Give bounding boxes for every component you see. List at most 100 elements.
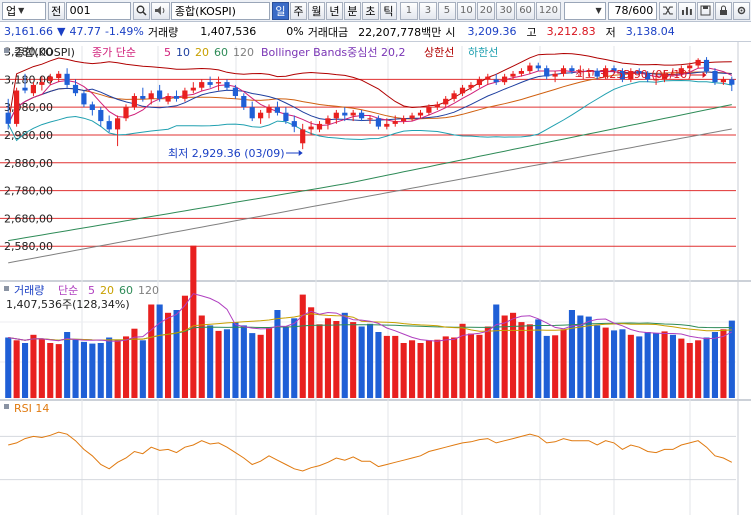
y-tick-label: 3,180,00: [4, 73, 53, 86]
volume-bar: [47, 343, 54, 398]
candle-body: [712, 71, 718, 83]
volume-bar: [291, 318, 298, 399]
y-tick-label: 2,680,00: [4, 212, 53, 225]
interval-3[interactable]: 3: [418, 1, 437, 20]
candle-body: [350, 112, 356, 116]
low-value: 3,138.04: [625, 25, 675, 38]
legend-marker: [4, 48, 9, 53]
save-icon[interactable]: [697, 1, 714, 20]
volume-bar: [367, 323, 374, 399]
index-name-field[interactable]: 종합(KOSPI): [170, 1, 270, 20]
volume-bar: [434, 339, 441, 398]
volume-bar: [13, 340, 20, 399]
candle-body: [291, 121, 297, 127]
candle-body: [14, 90, 20, 124]
candle-body: [384, 123, 390, 127]
period-tab-minute[interactable]: 분: [343, 1, 361, 20]
period-tab-month[interactable]: 월: [307, 1, 325, 20]
volume-bar: [543, 335, 550, 398]
volume-bar: [594, 325, 601, 398]
open-value: 3,209.36: [467, 25, 517, 38]
period-tab-tick[interactable]: 틱: [379, 1, 397, 20]
candle-body: [426, 107, 432, 113]
volume-bar: [72, 339, 79, 398]
candle-body: [720, 79, 726, 83]
candle-body: [569, 68, 575, 71]
interval-120[interactable]: 120: [535, 1, 562, 20]
volume-bar: [627, 334, 634, 399]
volume-bar: [207, 325, 214, 398]
period-tab-second[interactable]: 초: [361, 1, 379, 20]
volume-bar: [190, 245, 197, 398]
volume-pct: 0%: [286, 25, 304, 38]
current-price: 3,161.66: [4, 25, 53, 38]
volume-bar: [308, 307, 315, 399]
volume-bar: [299, 294, 306, 398]
bars-icon[interactable]: [678, 1, 696, 20]
legend-volume-sma: 단순: [58, 284, 78, 297]
interval-60[interactable]: 60: [516, 1, 535, 20]
volume-bar: [173, 310, 180, 398]
price-change-pct: -1.49%: [104, 25, 144, 38]
all-button[interactable]: 전: [47, 1, 65, 20]
code-input[interactable]: 001: [65, 1, 132, 20]
chart-area[interactable]: 3,280,00 3,180,00 3,080,00 2,980,00 2,880,00…: [0, 42, 751, 515]
candle-body: [39, 82, 45, 85]
interval-20[interactable]: 20: [476, 1, 496, 20]
candle-body: [333, 112, 339, 119]
candle-body: [165, 96, 171, 102]
high-annotation: 최고 3,255.90 (05/10): [575, 68, 692, 81]
period-tab-year[interactable]: 년: [325, 1, 343, 20]
volume-bar: [552, 335, 559, 398]
legend-ma5: 5: [164, 46, 171, 59]
shuffle-icon[interactable]: [659, 1, 678, 20]
candle-body: [476, 79, 482, 85]
candle-body: [81, 93, 87, 105]
volume-bar: [123, 336, 130, 398]
candle-body: [359, 112, 365, 119]
volume-bar: [80, 341, 87, 398]
candle-body: [316, 123, 323, 130]
settings-icon[interactable]: [733, 1, 750, 20]
custom-interval-input[interactable]: ▼: [564, 1, 606, 20]
period-tab-day[interactable]: 일: [271, 1, 289, 20]
candle-body: [241, 96, 247, 108]
candle-body: [89, 104, 95, 110]
legend-marker: [4, 404, 9, 409]
candle-body: [207, 82, 213, 85]
volume-bar: [669, 334, 676, 399]
interval-1[interactable]: 1: [399, 1, 418, 20]
candle-body: [283, 112, 289, 121]
speaker-icon[interactable]: [151, 1, 170, 20]
volume-bar: [114, 340, 121, 399]
market-type-label: 업: [6, 4, 17, 18]
market-type-select[interactable]: 업 ▼: [2, 1, 46, 20]
volume-bar: [526, 324, 533, 398]
candle-body: [459, 87, 466, 94]
volume-label: 거래량: [147, 25, 179, 39]
volume-bar: [316, 324, 323, 398]
volume-bar: [350, 322, 357, 398]
interval-30[interactable]: 30: [496, 1, 516, 20]
candle-body: [560, 68, 567, 74]
period-tab-week[interactable]: 주: [289, 1, 307, 20]
candle-body: [493, 79, 499, 83]
volume-bar: [451, 337, 458, 398]
legend-volume-ma120: 120: [138, 284, 159, 297]
volume-bar: [467, 333, 474, 398]
search-icon[interactable]: [133, 1, 151, 20]
chart-svg[interactable]: 3,280,003,180,003,080,002,980,002,880,00…: [0, 42, 751, 515]
candle-body: [392, 121, 398, 124]
volume-bar: [198, 315, 205, 398]
lock-icon[interactable]: [715, 1, 732, 20]
volume-bar: [181, 295, 188, 398]
volume-bar: [375, 332, 382, 398]
legend-bollinger-upper: 상한선: [424, 46, 454, 59]
volume-bar: [257, 334, 264, 399]
volume-bar: [5, 337, 12, 398]
volume-bar: [282, 326, 289, 398]
interval-10[interactable]: 10: [456, 1, 476, 20]
legend-bollinger-center: Bollinger Bands중심선 20,2: [261, 46, 406, 59]
interval-5[interactable]: 5: [437, 1, 456, 20]
code-value: 001: [69, 4, 91, 17]
